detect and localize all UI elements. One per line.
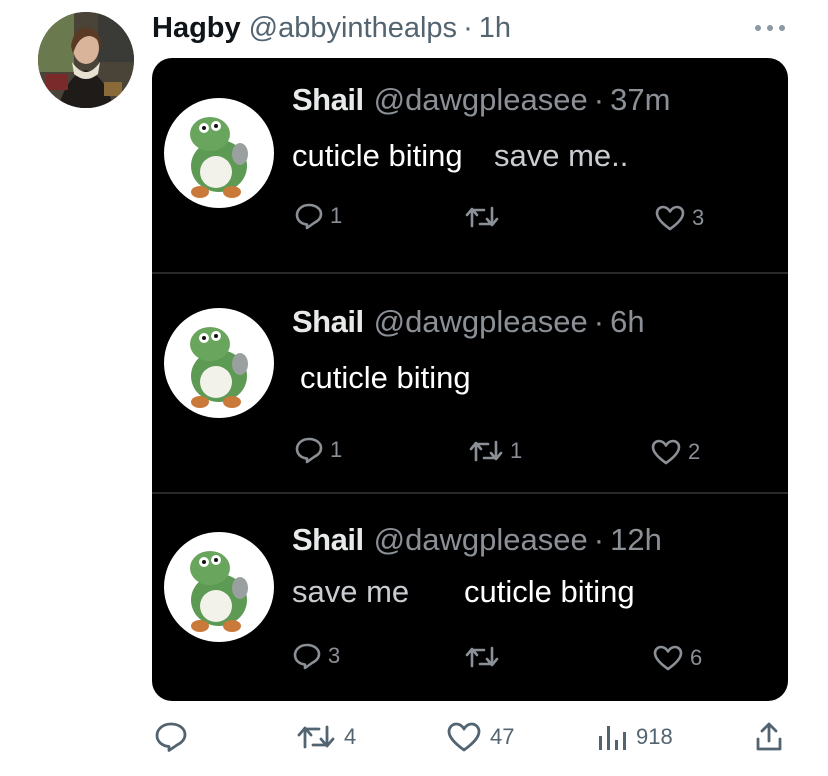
embedded-text: save me	[292, 574, 410, 609]
embedded-tweet: Shail @dawgpleasee · 12h save me cuticle…	[152, 492, 788, 701]
like-button[interactable]: 47	[446, 720, 514, 754]
embedded-header: Shail @dawgpleasee · 37m	[292, 82, 670, 118]
retweet-icon	[465, 206, 499, 228]
embedded-separator: ·	[593, 522, 605, 557]
embedded-avatar	[164, 308, 274, 418]
username-handle[interactable]: @abbyinthealps	[249, 12, 457, 45]
embedded-retweet	[464, 644, 506, 670]
view-count: 918	[636, 724, 673, 749]
embedded-header: Shail @dawgpleasee · 6h	[292, 304, 645, 340]
embedded-reply-count: 1	[330, 203, 343, 228]
embedded-handle: @dawgpleasee	[373, 304, 588, 339]
reply-icon	[295, 203, 323, 230]
retweet-icon	[465, 646, 499, 668]
embedded-separator: ·	[593, 304, 605, 339]
embedded-reply: 1	[294, 436, 342, 464]
embedded-like: 6	[652, 644, 702, 672]
embedded-separator: ·	[593, 82, 605, 117]
embedded-header: Shail @dawgpleasee · 12h	[292, 522, 662, 558]
embedded-text: save me..	[494, 138, 629, 173]
heart-icon	[651, 439, 681, 465]
embedded-handle: @dawgpleasee	[373, 82, 588, 117]
heart-icon	[655, 205, 685, 231]
share-button[interactable]	[754, 720, 784, 754]
display-name[interactable]: Hagby	[152, 12, 241, 45]
embedded-timestamp: 37m	[610, 82, 671, 117]
embedded-display-name: Shail	[292, 522, 364, 557]
analytics-icon	[599, 726, 626, 750]
embedded-like: 2	[650, 438, 700, 466]
share-icon	[756, 722, 782, 751]
embedded-timestamp: 12h	[610, 522, 662, 557]
retweet-button[interactable]: 4	[296, 720, 356, 754]
embedded-reply: 1	[294, 202, 342, 230]
embedded-tweet: Shail @dawgpleasee · 37m cuticle biting …	[152, 58, 788, 272]
embedded-reply-count: 3	[328, 643, 341, 668]
timestamp[interactable]: 1h	[479, 12, 511, 45]
embedded-reply-count: 1	[330, 437, 343, 462]
embedded-like-count: 3	[692, 205, 705, 230]
embedded-display-name: Shail	[292, 82, 364, 117]
reply-button[interactable]	[154, 720, 196, 754]
embedded-retweet-count: 1	[510, 438, 523, 463]
embedded-retweet	[464, 204, 506, 230]
embedded-timestamp: 6h	[610, 304, 645, 339]
more-horizontal-icon[interactable]	[752, 22, 788, 34]
embedded-text: cuticle biting	[300, 360, 471, 395]
heart-icon	[653, 645, 683, 671]
embedded-like: 3	[654, 204, 704, 232]
tweet: Hagby @abbyinthealps · 1h Shail @dawgple…	[0, 0, 828, 776]
heart-icon	[447, 722, 481, 752]
embedded-handle: @dawgpleasee	[373, 522, 588, 557]
embedded-text: cuticle biting	[464, 574, 635, 609]
reply-icon	[295, 437, 323, 464]
embedded-like-count: 6	[690, 645, 703, 670]
embedded-tweet: Shail @dawgpleasee · 6h cuticle biting 1…	[152, 272, 788, 486]
embedded-reply: 3	[292, 642, 340, 670]
embedded-retweet: 1	[468, 438, 522, 464]
like-count: 47	[490, 724, 515, 749]
author-avatar[interactable]	[38, 12, 134, 108]
retweet-icon	[297, 725, 335, 749]
embedded-image[interactable]: Shail @dawgpleasee · 37m cuticle biting …	[152, 58, 788, 701]
views-button[interactable]: 918	[596, 720, 673, 754]
embedded-avatar	[164, 532, 274, 642]
header-separator: ·	[463, 11, 473, 44]
embedded-display-name: Shail	[292, 304, 364, 339]
tweet-header: Hagby @abbyinthealps · 1h	[152, 8, 511, 48]
reply-icon	[155, 722, 187, 752]
retweet-count: 4	[344, 724, 357, 749]
embedded-text: cuticle biting	[292, 138, 463, 173]
retweet-icon	[469, 440, 503, 462]
embedded-like-count: 2	[688, 439, 701, 464]
reply-icon	[293, 643, 321, 670]
embedded-avatar	[164, 98, 274, 208]
